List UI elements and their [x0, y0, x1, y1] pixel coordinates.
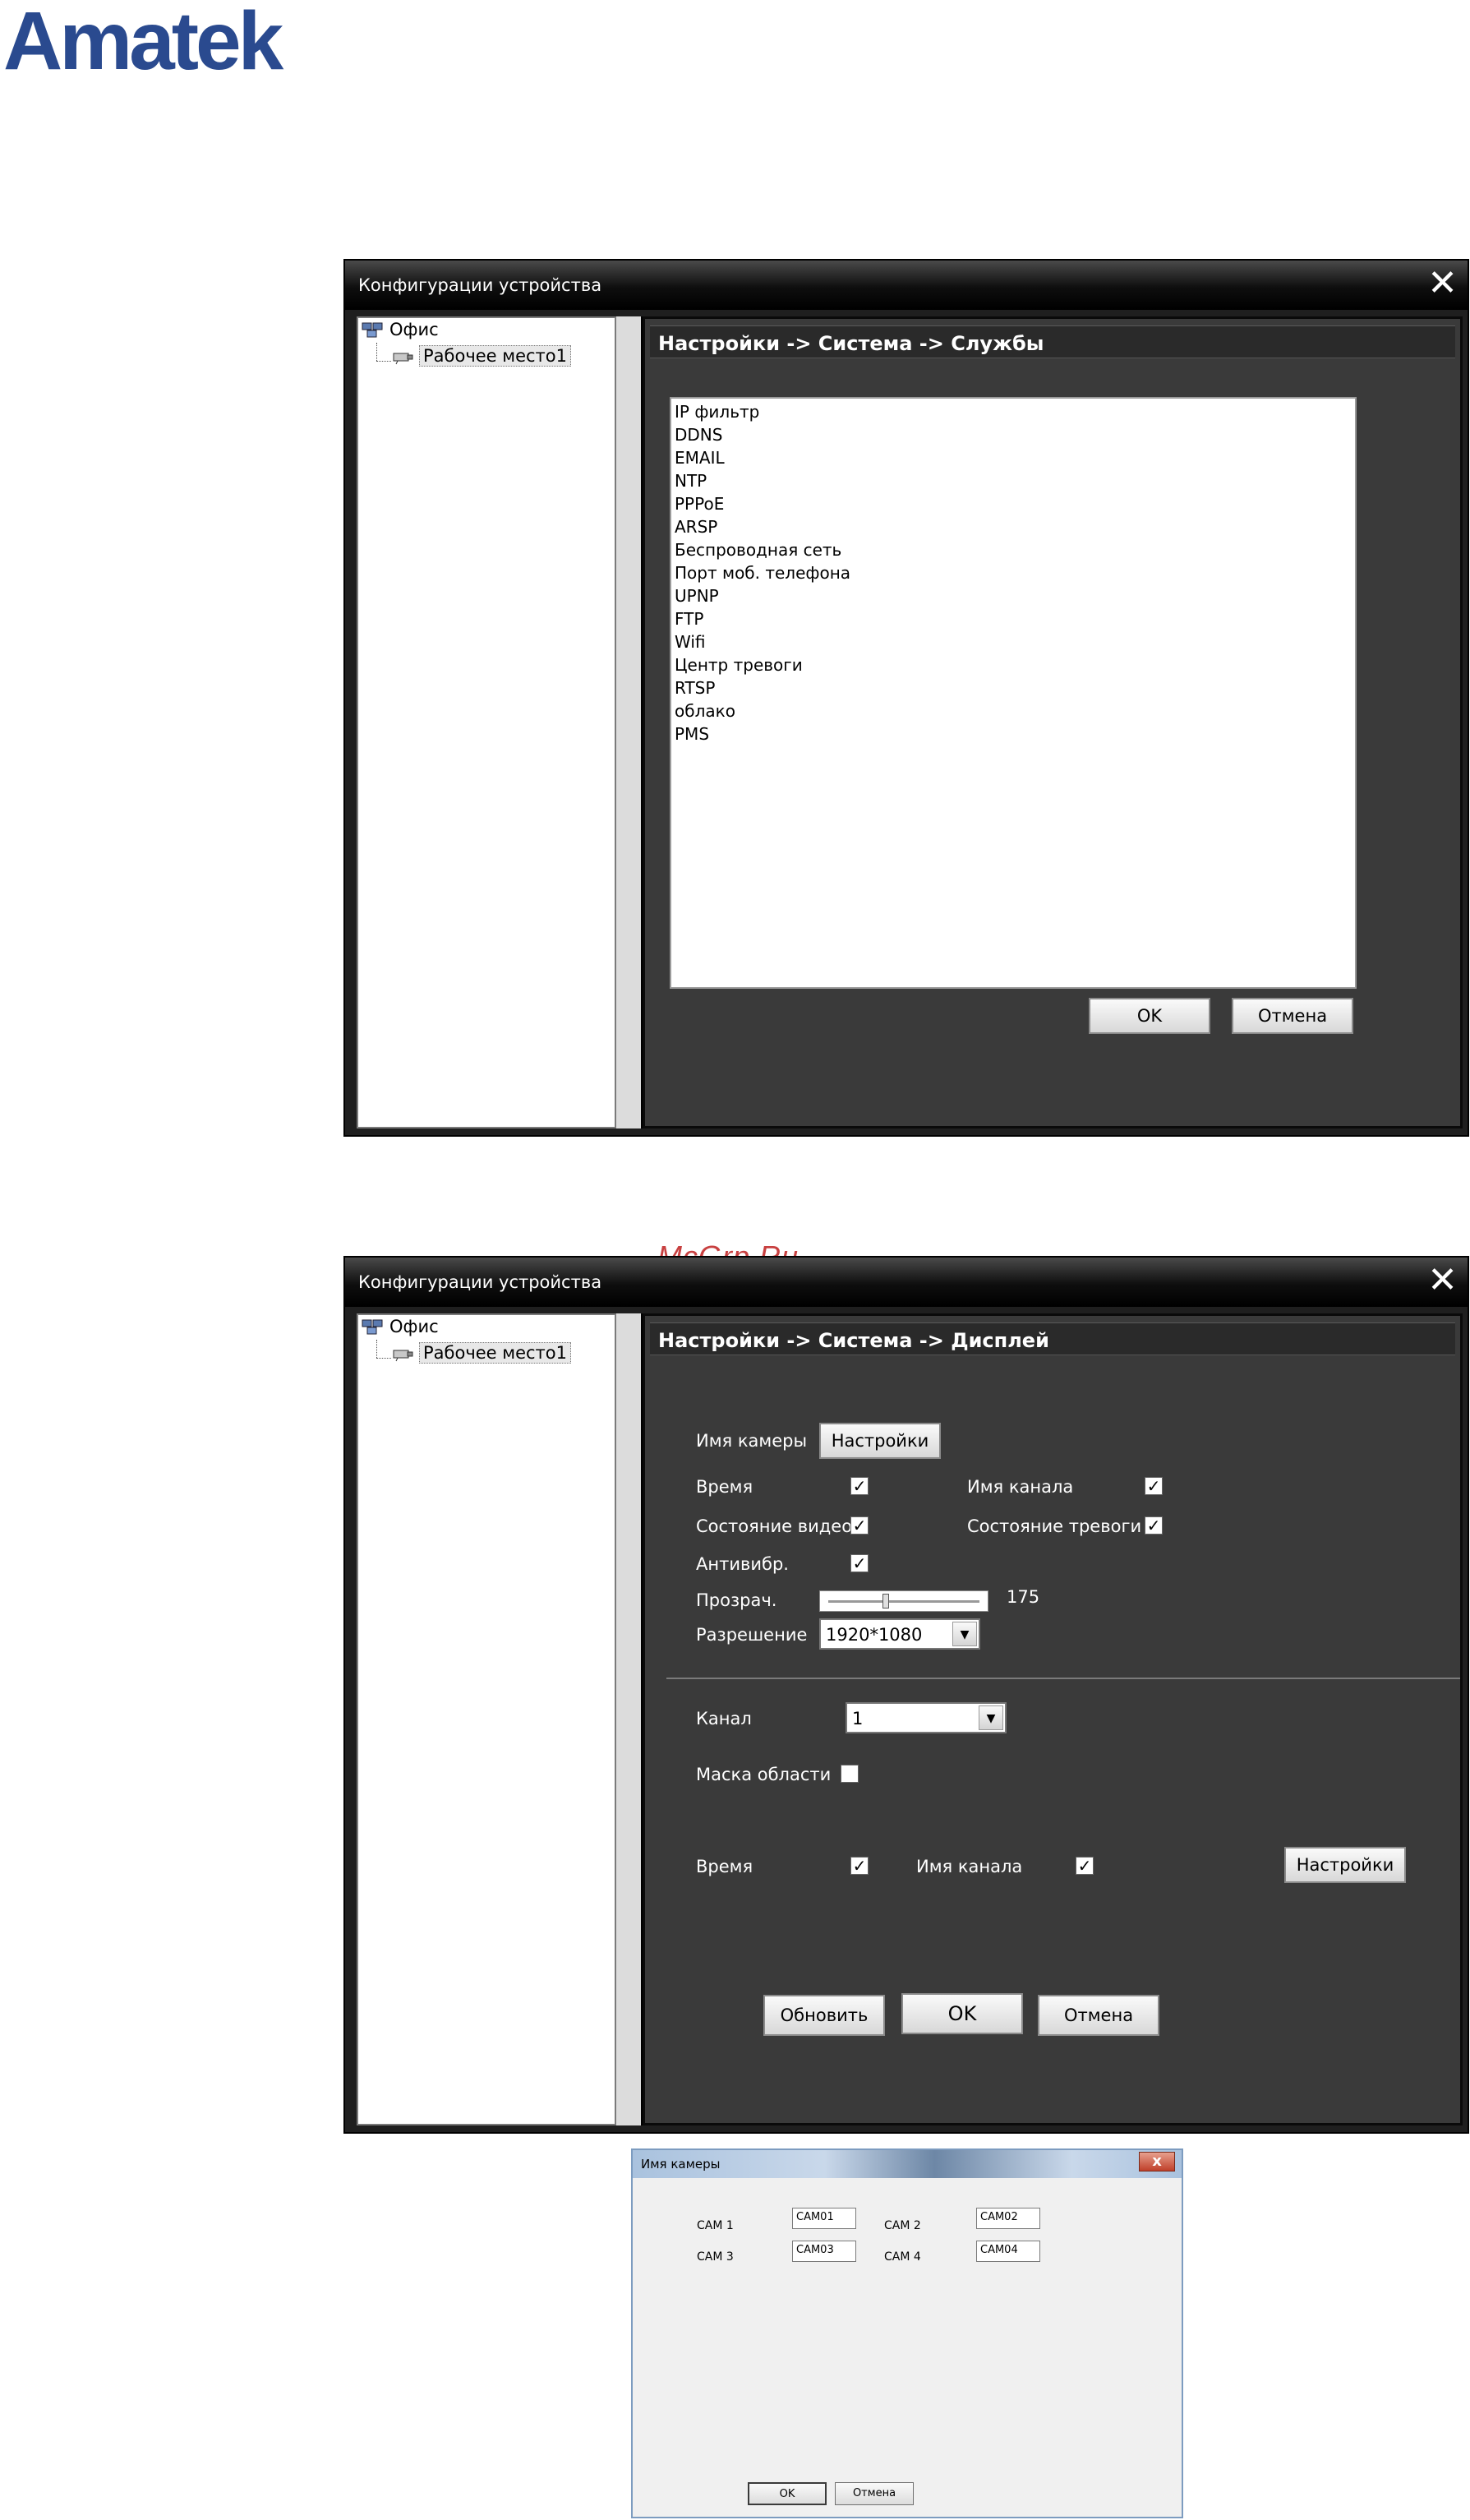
titlebar: Конфигурации устройства ✕: [345, 1258, 1468, 1307]
brand-logo: Amatek: [3, 0, 283, 87]
cam1-label: CAM 1: [697, 2219, 734, 2232]
cam2-label: CAM 2: [884, 2219, 921, 2232]
device-tree: Офис Рабочее место1: [357, 316, 616, 1128]
antishake-checkbox[interactable]: ✓: [850, 1554, 869, 1572]
cancel-button[interactable]: Отмена: [1038, 1995, 1159, 2036]
list-item[interactable]: PPPoE: [675, 494, 724, 514]
alarm-status-label: Состояние тревоги: [967, 1516, 1142, 1536]
titlebar: Конфигурации устройства ✕: [345, 261, 1468, 310]
video-status-label: Состояние видео: [696, 1516, 853, 1536]
breadcrumb: Настройки -> Система -> Службы: [658, 332, 1044, 355]
device-config-window-services: Конфигурации устройства ✕ Офис Рабочее м…: [343, 259, 1469, 1137]
area-mask-checkbox[interactable]: [841, 1765, 859, 1783]
list-item[interactable]: DDNS: [675, 425, 722, 445]
list-item[interactable]: EMAIL: [675, 448, 725, 468]
time-checkbox[interactable]: ✓: [850, 1477, 869, 1495]
list-item[interactable]: NTP: [675, 471, 707, 491]
camera-device-icon: [391, 347, 414, 365]
breadcrumb: Настройки -> Система -> Дисплей: [658, 1329, 1049, 1352]
close-icon[interactable]: x: [1139, 2152, 1175, 2172]
channel-name-checkbox-2[interactable]: ✓: [1076, 1857, 1094, 1875]
list-item[interactable]: PMS: [675, 724, 709, 744]
tree-node-workplace[interactable]: Рабочее место1: [391, 1342, 572, 1364]
time-checkbox-2[interactable]: ✓: [850, 1857, 869, 1875]
resolution-select[interactable]: 1920*1080 ▼: [819, 1618, 980, 1650]
transparency-slider[interactable]: [819, 1590, 988, 1612]
cam4-input[interactable]: CAM04: [976, 2241, 1040, 2262]
list-item[interactable]: UPNP: [675, 586, 719, 606]
close-icon[interactable]: ✕: [1427, 265, 1458, 302]
alarm-status-checkbox[interactable]: ✓: [1145, 1516, 1163, 1535]
device-tree: Офис Рабочее место1: [357, 1313, 616, 2125]
ok-button[interactable]: OK: [901, 1993, 1023, 2034]
channel-select[interactable]: 1 ▼: [846, 1702, 1007, 1733]
window-title: Конфигурации устройства: [358, 1272, 602, 1292]
channel-name-label: Имя канала: [967, 1477, 1074, 1497]
antishake-label: Антивибр.: [696, 1554, 789, 1574]
list-item[interactable]: Wifi: [675, 632, 706, 652]
camera-device-icon: [391, 1344, 414, 1362]
tree-node-workplace[interactable]: Рабочее место1: [391, 345, 572, 367]
window-title: Конфигурации устройства: [358, 275, 602, 295]
cancel-button[interactable]: Отмена: [1232, 998, 1353, 1034]
transparency-value: 175: [1007, 1587, 1040, 1607]
video-status-checkbox[interactable]: ✓: [850, 1516, 869, 1535]
breadcrumb-header: Настройки -> Система -> Службы: [650, 325, 1455, 358]
cam3-input[interactable]: CAM03: [792, 2241, 856, 2262]
tree-node-office[interactable]: Офис: [362, 1317, 439, 1336]
slider-thumb[interactable]: [882, 1594, 889, 1608]
list-item[interactable]: Порт моб. телефона: [675, 563, 850, 583]
camera-name-label: Имя камеры: [696, 1431, 808, 1451]
list-item[interactable]: RTSP: [675, 678, 715, 698]
services-list[interactable]: IP фильтр DDNS EMAIL NTP PPPoE ARSP Бесп…: [670, 397, 1357, 989]
titlebar: Имя камеры x: [633, 2150, 1182, 2178]
channel-label: Канал: [696, 1709, 752, 1728]
list-item[interactable]: FTP: [675, 609, 703, 629]
channel-name-label-2: Имя канала: [916, 1857, 1023, 1876]
list-item[interactable]: облако: [675, 701, 735, 721]
close-icon[interactable]: ✕: [1427, 1262, 1458, 1299]
section-divider: [666, 1678, 1460, 1679]
group-icon: [362, 321, 385, 339]
transparency-label: Прозрач.: [696, 1590, 777, 1610]
time-label-2: Время: [696, 1857, 753, 1876]
display-panel: Настройки -> Система -> Дисплей Имя каме…: [643, 1313, 1463, 2125]
cancel-button[interactable]: Отмена: [835, 2482, 914, 2505]
time-label: Время: [696, 1477, 753, 1497]
ok-button[interactable]: OK: [1089, 998, 1210, 1034]
chevron-down-icon[interactable]: ▼: [979, 1705, 1003, 1730]
refresh-button[interactable]: Обновить: [763, 1995, 885, 2036]
cam4-label: CAM 4: [884, 2250, 921, 2264]
list-item[interactable]: ARSP: [675, 517, 717, 537]
channel-name-checkbox[interactable]: ✓: [1145, 1477, 1163, 1495]
breadcrumb-header: Настройки -> Система -> Дисплей: [650, 1322, 1455, 1355]
tree-node-office[interactable]: Офис: [362, 320, 439, 339]
services-panel: Настройки -> Система -> Службы IP фильтр…: [643, 316, 1463, 1128]
cam1-input[interactable]: CAM01: [792, 2208, 856, 2229]
ok-button[interactable]: OK: [748, 2482, 827, 2505]
cam2-input[interactable]: CAM02: [976, 2208, 1040, 2229]
camera-name-dialog: Имя камеры x CAM 1 CAM01 CAM 2 CAM02 CAM…: [631, 2148, 1183, 2518]
resolution-label: Разрешение: [696, 1625, 808, 1645]
camera-name-settings-button[interactable]: Настройки: [819, 1423, 941, 1459]
cam3-label: CAM 3: [697, 2250, 734, 2264]
list-item[interactable]: IP фильтр: [675, 402, 759, 422]
channel-settings-button[interactable]: Настройки: [1284, 1847, 1406, 1883]
area-mask-label: Маска области: [696, 1765, 832, 1784]
window-title: Имя камеры: [641, 2157, 721, 2172]
list-item[interactable]: Беспроводная сеть: [675, 540, 841, 560]
list-item[interactable]: Центр тревоги: [675, 655, 803, 675]
group-icon: [362, 1318, 385, 1336]
device-config-window-display: Конфигурации устройства ✕ Офис Рабочее м…: [343, 1256, 1469, 2134]
chevron-down-icon[interactable]: ▼: [952, 1622, 977, 1646]
